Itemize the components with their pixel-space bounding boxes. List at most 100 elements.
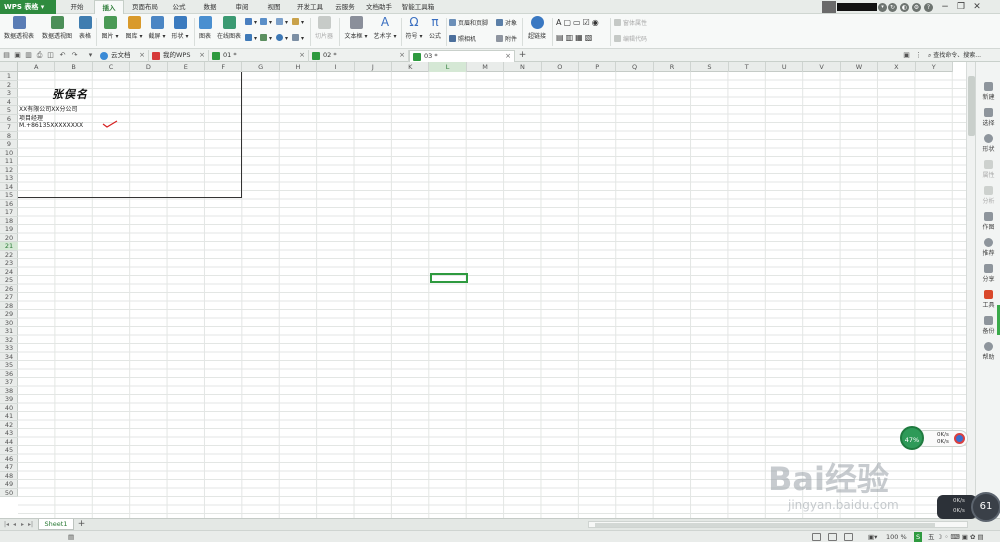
vertical-scroll-thumb[interactable] bbox=[968, 76, 975, 136]
column-header-u[interactable]: U bbox=[766, 62, 804, 72]
row-header-38[interactable]: 38 bbox=[0, 387, 18, 395]
doc-tab-02[interactable]: 02 * × bbox=[309, 50, 409, 62]
app-menu-button[interactable]: WPS 表格 ▾ bbox=[0, 0, 56, 14]
row-header-19[interactable]: 19 bbox=[0, 225, 18, 234]
sidebar-properties[interactable]: 属性 bbox=[976, 160, 1000, 179]
sidebar-draw[interactable]: 作图 bbox=[976, 212, 1000, 231]
sogou-ime-icon[interactable]: S bbox=[914, 532, 923, 542]
textbox-button[interactable]: 文本框 ▾ bbox=[343, 16, 369, 40]
column-header-k[interactable]: K bbox=[392, 62, 430, 72]
close-button[interactable]: ✕ bbox=[970, 2, 984, 14]
column-header-e[interactable]: E bbox=[168, 62, 205, 72]
chart-button[interactable]: 图表 bbox=[197, 16, 213, 40]
settings-icon[interactable]: ⚙ bbox=[912, 3, 921, 12]
minimize-button[interactable]: − bbox=[938, 2, 952, 14]
first-sheet-icon[interactable]: |◂ bbox=[3, 520, 10, 529]
column-header-y[interactable]: Y bbox=[916, 62, 953, 72]
stock-chart-button[interactable]: ▾ bbox=[260, 34, 272, 42]
sidebar-new[interactable]: 新建 bbox=[976, 82, 1000, 101]
column-header-a[interactable]: A bbox=[18, 62, 56, 72]
row-header-5[interactable]: 5 bbox=[0, 106, 18, 115]
scatter-chart-button[interactable]: ▾ bbox=[292, 34, 304, 42]
tab-smart-toolbox[interactable]: 智能工具箱 bbox=[398, 0, 438, 14]
select-all-corner[interactable] bbox=[0, 62, 18, 72]
new-tab-icon[interactable]: + bbox=[518, 51, 527, 60]
avatar[interactable] bbox=[822, 1, 836, 13]
column-header-d[interactable]: D bbox=[130, 62, 168, 72]
column-header-v[interactable]: V bbox=[803, 62, 841, 72]
row-header-40[interactable]: 40 bbox=[0, 404, 18, 412]
combobox-control-icon[interactable]: ▥ bbox=[566, 33, 576, 42]
column-header-w[interactable]: W bbox=[841, 62, 879, 72]
row-header-33[interactable]: 33 bbox=[0, 344, 18, 353]
row-header-7[interactable]: 7 bbox=[0, 123, 18, 132]
column-header-m[interactable]: M bbox=[467, 62, 505, 72]
print-icon[interactable]: ⎙ bbox=[35, 51, 44, 60]
column-header-g[interactable]: G bbox=[242, 62, 280, 72]
column-header-t[interactable]: T bbox=[729, 62, 766, 72]
screenshot-button[interactable]: 截屏 ▾ bbox=[147, 16, 167, 40]
object-button[interactable]: 对象 bbox=[496, 18, 517, 27]
table-button[interactable]: 表格 bbox=[77, 16, 93, 40]
close-tab-icon[interactable]: × bbox=[299, 50, 305, 61]
close-tab-icon[interactable]: × bbox=[505, 51, 511, 62]
undo-icon[interactable]: ↶ bbox=[58, 51, 67, 60]
edit-code-button[interactable]: 编辑代码 bbox=[614, 34, 647, 43]
row-header-44[interactable]: 44 bbox=[0, 438, 18, 446]
print-preview-icon[interactable]: ◫ bbox=[46, 51, 55, 60]
close-tab-icon[interactable]: × bbox=[399, 50, 405, 61]
card-title[interactable]: 项目经理 bbox=[19, 113, 43, 122]
other-chart-button[interactable]: ▾ bbox=[292, 18, 304, 26]
column-chart-button[interactable]: ▾ bbox=[245, 18, 257, 26]
redo-icon[interactable]: ↷ bbox=[70, 51, 79, 60]
spreadsheet-grid[interactable]: ABCDEFGHIJKLMNOPQRSTUVWXY 1 2 3 4 5 6 7 8 9 10 11 1… bbox=[0, 62, 966, 518]
row-header-8[interactable]: 8 bbox=[0, 132, 18, 140]
card-name[interactable]: 张俣名 bbox=[52, 86, 88, 102]
row-header-21[interactable]: 21 bbox=[0, 242, 18, 251]
checkbox-control-icon[interactable]: ☑ bbox=[583, 18, 592, 27]
rect-control-icon[interactable]: ▢ bbox=[563, 18, 573, 27]
zoom-level[interactable]: 100 % bbox=[886, 532, 907, 542]
doc-tab-cloud[interactable]: 云文档 × bbox=[97, 50, 149, 62]
next-sheet-icon[interactable]: ▸ bbox=[19, 520, 26, 529]
column-header-n[interactable]: N bbox=[504, 62, 542, 72]
row-header-48[interactable]: 48 bbox=[0, 472, 18, 480]
row-header-34[interactable]: 34 bbox=[0, 353, 18, 361]
row-header-46[interactable]: 46 bbox=[0, 455, 18, 463]
camera-button[interactable]: 照相机 bbox=[449, 34, 476, 43]
sidebar-select[interactable]: 选择 bbox=[976, 108, 1000, 127]
row-header-39[interactable]: 39 bbox=[0, 395, 18, 404]
row-header-47[interactable]: 47 bbox=[0, 463, 18, 472]
cpu-monitor-widget[interactable]: 0K/s 0K/s 61 bbox=[937, 492, 1000, 522]
row-header-43[interactable]: 43 bbox=[0, 429, 18, 438]
row-header-30[interactable]: 30 bbox=[0, 319, 18, 327]
row-header-1[interactable]: 1 bbox=[0, 72, 18, 81]
row-header-22[interactable]: 22 bbox=[0, 251, 18, 259]
row-header-6[interactable]: 6 bbox=[0, 115, 18, 123]
open-icon[interactable]: ▤ bbox=[2, 51, 11, 60]
picture-button[interactable]: 图片 ▾ bbox=[100, 16, 120, 40]
skin-icon[interactable]: ◐ bbox=[900, 3, 909, 12]
restore-button[interactable]: ❐ bbox=[954, 2, 968, 14]
slicer-button[interactable]: 切片器 bbox=[313, 16, 335, 40]
row-header-16[interactable]: 16 bbox=[0, 200, 18, 208]
bar-chart-button[interactable]: ▾ bbox=[260, 18, 272, 26]
sidebar-help[interactable]: 帮助 bbox=[976, 342, 1000, 361]
customize-toolbar-icon[interactable]: ▾ bbox=[86, 51, 95, 60]
row-header-31[interactable]: 31 bbox=[0, 327, 18, 336]
search-command-box[interactable]: ⌕ 查找命令、搜索... bbox=[928, 50, 1000, 61]
column-header-h[interactable]: H bbox=[280, 62, 318, 72]
network-speed-widget[interactable]: 0K/s 0K/s 47% bbox=[900, 426, 968, 450]
last-sheet-icon[interactable]: ▸| bbox=[27, 520, 34, 529]
column-header-r[interactable]: R bbox=[654, 62, 692, 72]
save-icon[interactable]: ▣ bbox=[13, 51, 22, 60]
row-header-18[interactable]: 18 bbox=[0, 217, 18, 225]
tab-doc-assistant[interactable]: 文档助手 bbox=[362, 0, 396, 14]
sidebar-recommend[interactable]: 推荐 bbox=[976, 238, 1000, 257]
button-control-icon[interactable]: ▭ bbox=[573, 18, 583, 27]
row-header-37[interactable]: 37 bbox=[0, 378, 18, 387]
column-header-j[interactable]: J bbox=[355, 62, 392, 72]
tab-review[interactable]: 审阅 bbox=[228, 0, 256, 14]
row-header-25[interactable]: 25 bbox=[0, 276, 18, 285]
column-header-x[interactable]: X bbox=[878, 62, 916, 72]
